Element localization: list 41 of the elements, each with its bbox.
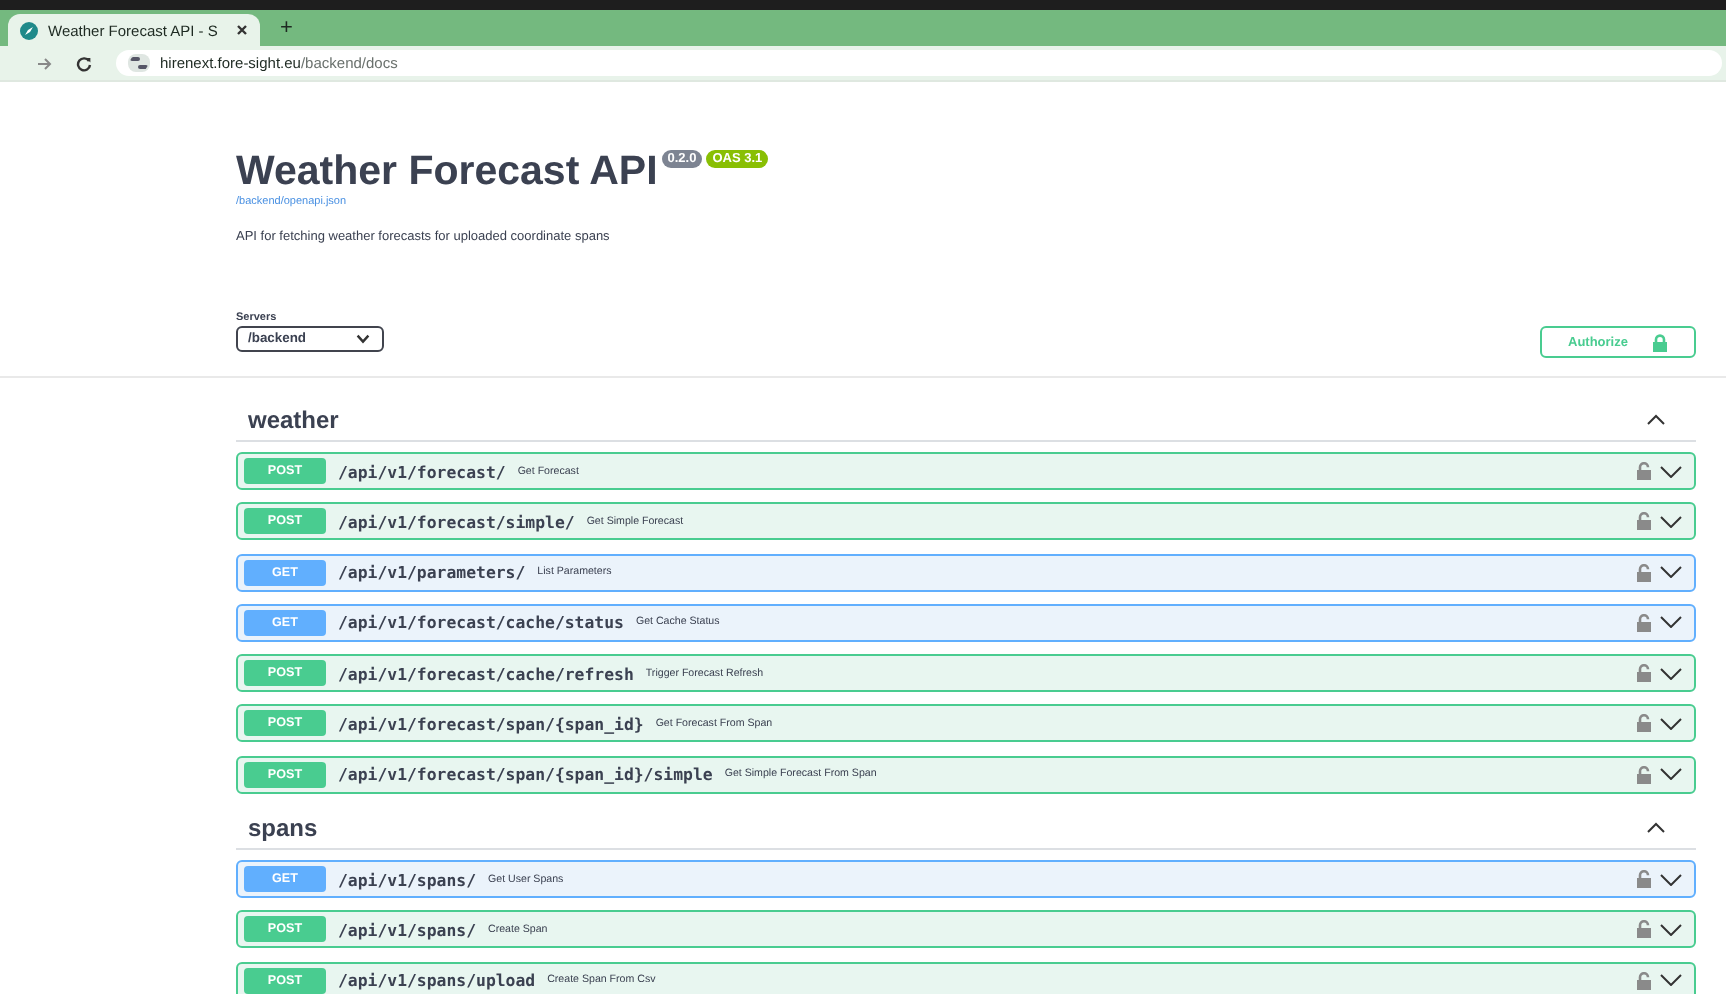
chevron-down-icon	[1660, 616, 1682, 629]
chevron-down-icon	[1660, 923, 1682, 936]
lock-icon	[1636, 870, 1652, 889]
lock-icon	[1636, 971, 1652, 990]
reload-icon	[76, 55, 92, 71]
section-heading[interactable]: spans	[248, 813, 318, 842]
endpoint-path: /api/v1/forecast/simple/	[338, 511, 575, 532]
lock-icon	[1636, 462, 1652, 480]
lock-icon	[1636, 920, 1652, 939]
chevron-down-icon	[1660, 974, 1682, 987]
endpoint-path: /api/v1/forecast/span/{span_id}/simple	[338, 764, 713, 785]
endpoint-path: /api/v1/forecast/cache/refresh	[338, 663, 634, 684]
lock-icon	[1636, 613, 1652, 632]
endpoint-path: /api/v1/forecast/	[338, 461, 506, 481]
chevron-down-icon	[1660, 768, 1682, 781]
chevron-down-icon	[1660, 465, 1682, 477]
chevron-down-icon	[1660, 515, 1682, 528]
new-tab-button[interactable]: +	[272, 18, 293, 46]
lock-icon	[1636, 765, 1652, 784]
lock-icon	[1636, 563, 1652, 582]
close-icon	[236, 24, 248, 36]
endpoint-path: /api/v1/forecast/cache/status	[338, 612, 624, 633]
endpoint-path: /api/v1/forecast/span/{span_id}	[338, 713, 644, 734]
endpoint-path: /api/v1/spans/	[338, 919, 477, 940]
lock-icon	[1636, 714, 1652, 733]
site-settings-icon	[128, 54, 150, 72]
compass-icon	[20, 21, 38, 39]
lock-icon	[1636, 664, 1652, 683]
chevron-down-icon	[1660, 717, 1682, 730]
lock-icon	[1651, 333, 1668, 351]
section-heading[interactable]: weather	[248, 405, 339, 433]
endpoint-path: /api/v1/spans/	[338, 869, 477, 890]
endpoint-path: /api/v1/spans/upload	[338, 970, 536, 991]
chevron-down-icon	[1660, 873, 1682, 886]
endpoint-path: /api/v1/parameters/	[338, 562, 526, 583]
forward-icon	[36, 55, 52, 71]
chevron-down-icon	[1660, 667, 1682, 680]
chevron-down-icon	[356, 334, 370, 344]
lock-icon	[1636, 512, 1652, 531]
api-title: Weather Forecast API	[236, 148, 658, 196]
chevron-down-icon	[1660, 566, 1682, 579]
